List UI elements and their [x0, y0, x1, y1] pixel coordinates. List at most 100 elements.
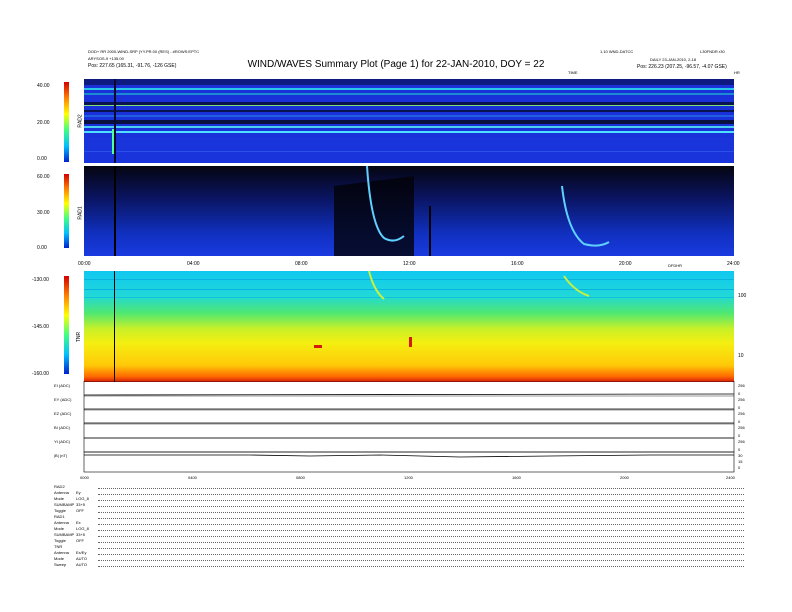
rad2-band-9 — [84, 131, 734, 133]
hk-right-2a: 256 — [738, 411, 745, 416]
hours-label: HR — [734, 70, 740, 75]
tnr-spot-1 — [314, 345, 322, 348]
rad1-colorbar — [64, 174, 69, 248]
footer-dotted-line — [98, 560, 744, 561]
header-info-right-2: 1.10 WND-DATCC — [600, 49, 634, 54]
tnr-tick-bottom: -160.00 — [32, 371, 49, 377]
footer-dotted-line — [98, 518, 744, 519]
hk-xtick-2: 0800 — [296, 475, 306, 480]
rad2-heatmap — [84, 79, 734, 163]
rad2-tick-bottom: 0.00 — [37, 156, 47, 162]
footer-dotted-line — [98, 554, 744, 555]
rad2-band-6 — [84, 115, 734, 117]
rad1-xtick-4: 16:00 — [511, 261, 524, 267]
hk-label-1: EY (ADC) — [54, 397, 72, 402]
hk-trace-ei — [83, 393, 735, 396]
hk-label-0: EI (ADC) — [54, 383, 71, 388]
footer-dotted-line — [98, 566, 744, 567]
rad2-burst-mark — [112, 129, 114, 154]
tnr-right-tick-10: 10 — [738, 353, 744, 359]
header-info-right-3: DAILY 23-JAN-2010, 2-18 — [650, 57, 697, 62]
rad2-band-8 — [84, 126, 734, 128]
footer-key: Sweep — [54, 562, 67, 567]
hk-right-2b: 0 — [738, 419, 741, 424]
tnr-bg — [84, 271, 734, 382]
rad1-label: RAD1 — [77, 206, 84, 220]
tnr-tick-top: -130.00 — [32, 277, 49, 283]
rad1-x-axis-label: DFDHR — [668, 263, 682, 268]
tnr-heatmap — [84, 271, 734, 382]
hk-xtick-0: 0000 — [80, 475, 90, 480]
rad2-band-low — [84, 137, 734, 163]
rad1-tick-bottom: 0.00 — [37, 245, 47, 251]
tnr-spot-2 — [409, 337, 412, 347]
footer-dotted-line — [98, 494, 744, 495]
hk-right-0a: 256 — [738, 383, 745, 388]
hk-right-3b: 0 — [738, 433, 741, 438]
hk-xtick-1: 0400 — [188, 475, 198, 480]
rad2-tick-top: 40.00 — [37, 83, 50, 89]
rad1-xtick-1: 04:00 — [187, 261, 200, 267]
rad2-data-gap — [114, 79, 116, 163]
hk-right-5c: 0 — [738, 465, 741, 470]
hk-right-3a: 256 — [738, 425, 745, 430]
rad2-band-1 — [84, 88, 734, 90]
footer-dotted-line — [98, 488, 744, 489]
rad1-xtick-5: 20:00 — [619, 261, 632, 267]
hk-right-5b: 15 — [738, 459, 743, 464]
rad2-band-3 — [84, 102, 734, 105]
header-info-left-1: DOD+ RR 2000-WIND-SRP (YY.PR.00 (RES) - … — [88, 49, 200, 54]
hk-xtick-3: 1200 — [404, 475, 414, 480]
hk-right-1a: 256 — [738, 397, 745, 402]
rad2-band-top — [84, 79, 734, 85]
rad1-xtick-3: 12:00 — [403, 261, 416, 267]
footer-dotted-line — [98, 542, 744, 543]
rad2-tick-mid: 20.00 — [37, 120, 50, 126]
hk-xtick-4: 1600 — [512, 475, 522, 480]
rad2-label: RAD2 — [77, 114, 84, 128]
rad1-xtick-0: 00:00 — [78, 261, 91, 267]
time-label-top: TIME — [568, 70, 578, 75]
tnr-band-1 — [84, 279, 734, 280]
footer-value: AUTO — [76, 562, 88, 567]
footer-dotted-line — [98, 548, 744, 549]
tnr-colorbar — [64, 276, 69, 374]
hk-xtick-6: 2400 — [726, 475, 736, 480]
header-position-right: Pos: 226.23 (207.25, -96.57, -4.07 GSE) — [637, 64, 727, 70]
header-info-right-1: L30FNDR.r30 — [700, 49, 725, 54]
rad2-band-2 — [84, 93, 734, 95]
hk-trace-b — [84, 454, 734, 458]
tnr-label: TNR — [76, 331, 83, 343]
footer-dotted-line — [98, 512, 744, 513]
tnr-right-tick-100: 100 — [738, 293, 747, 299]
footer-dotted-line — [98, 530, 744, 531]
hk-label-3: BI (ADC) — [54, 425, 71, 430]
footer-dotted-line — [98, 506, 744, 507]
footer-dotted-line — [98, 536, 744, 537]
rad1-xtick-6: 24:00 — [727, 261, 740, 267]
tnr-band-3 — [84, 297, 734, 298]
rad1-tick-mid: 30.00 — [37, 210, 50, 216]
hk-right-4a: 256 — [738, 439, 745, 444]
hk-right-1b: 0 — [738, 405, 741, 410]
housekeeping-panel: EI (ADC) EY (ADC) EZ (ADC) BI (ADC) Yt (… — [54, 381, 745, 480]
tnr-tick-mid: -145.00 — [32, 324, 49, 330]
hk-label-2: EZ (ADC) — [54, 411, 72, 416]
rad1-xtick-2: 08:00 — [295, 261, 308, 267]
footer-dotted-line — [98, 524, 744, 525]
rad2-colorbar — [64, 82, 69, 162]
rad2-band-4 — [84, 105, 734, 106]
rad1-x-axis: 00:00 04:00 08:00 12:00 16:00 20:00 24:0… — [78, 261, 740, 267]
hk-right-4b: 0 — [738, 447, 741, 452]
footer-row: Sweep AUTO — [54, 562, 744, 568]
hk-label-4: Yt (ADC) — [54, 439, 71, 444]
rad1-tick-top: 60.00 — [37, 174, 50, 180]
rad2-band-7 — [84, 120, 734, 124]
hk-right-0b: 0 — [738, 391, 741, 396]
rad1-heatmap — [84, 166, 734, 256]
hk-label-5: |B| (nT) — [54, 453, 68, 458]
rad1-data-gap-2 — [429, 206, 431, 256]
hk-xtick-5: 2000 — [620, 475, 630, 480]
footer-dotted-line — [98, 500, 744, 501]
rad1-data-gap — [114, 166, 116, 256]
